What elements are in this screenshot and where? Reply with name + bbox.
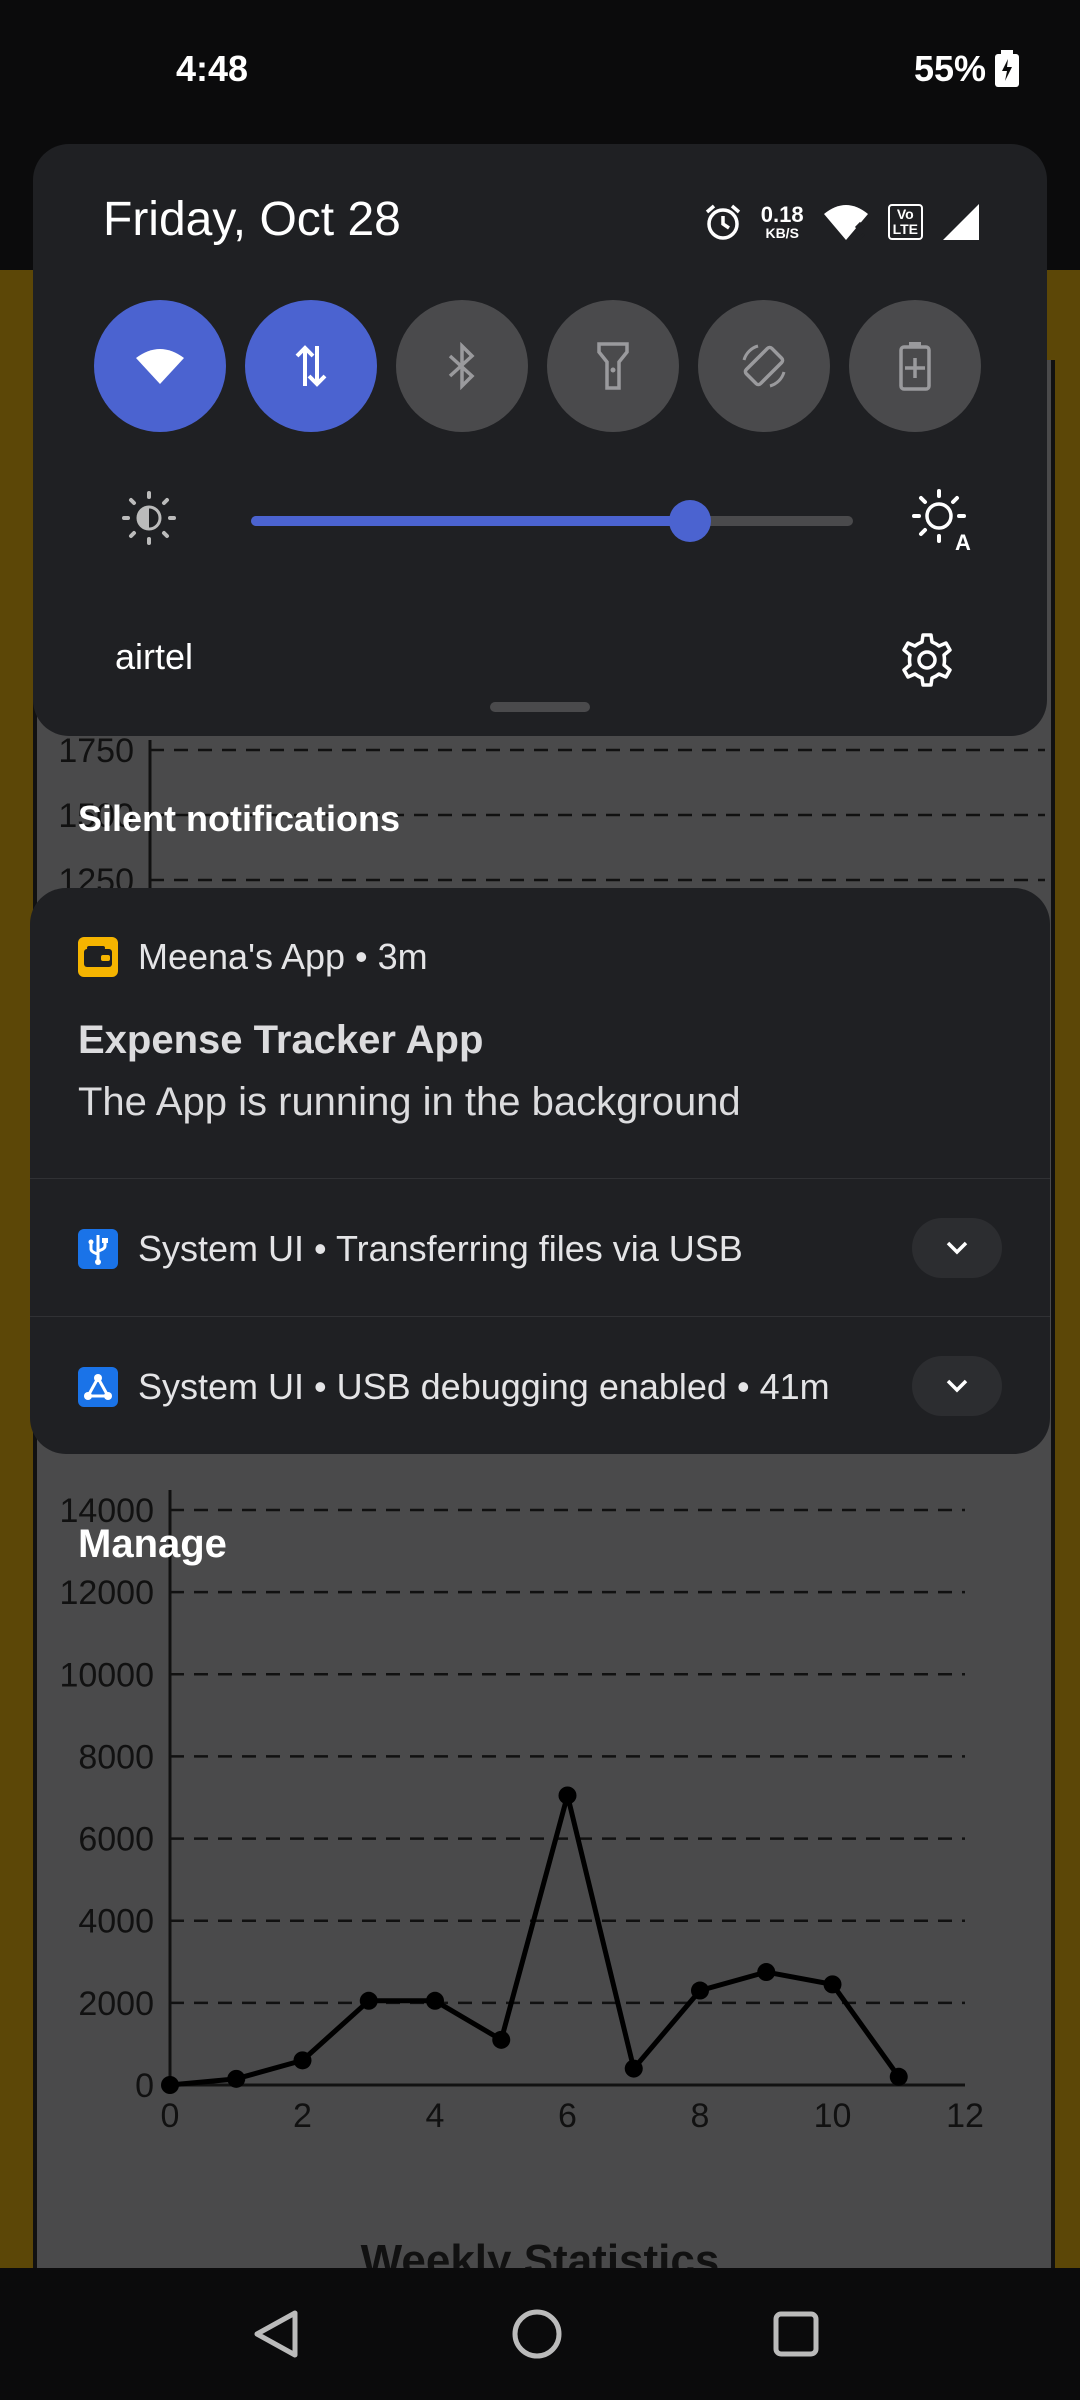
wifi-icon <box>136 349 184 384</box>
y-tick-label: 6000 <box>78 1821 154 1859</box>
usb-debugging-text: System UI • USB debugging enabled • 41m <box>138 1366 830 1407</box>
carrier-name: airtel <box>115 636 194 677</box>
brightness-slider-fill <box>251 516 691 526</box>
battery-percent: 55% <box>913 48 986 89</box>
data-point <box>757 1963 776 1982</box>
notification-text: The App is running in the background <box>78 1080 741 1124</box>
recents-button[interactable] <box>764 2302 828 2366</box>
settings-gear-icon[interactable] <box>899 632 955 688</box>
divider <box>30 1178 1050 1179</box>
brightness-low-icon <box>122 491 176 545</box>
silent-notifications-title: Silent notifications <box>78 798 401 839</box>
y-tick-label: 8000 <box>78 1738 154 1776</box>
data-point <box>691 1981 709 2000</box>
x-tick-label: 8 <box>691 2097 710 2135</box>
tile-auto-rotate[interactable] <box>698 300 830 432</box>
brightness-slider-thumb[interactable] <box>669 500 712 542</box>
data-point <box>161 2076 179 2094</box>
qs-status-icons: 0.18 KB/S Vo LTE <box>703 202 981 242</box>
data-point <box>293 2051 312 2070</box>
back-triangle-icon <box>254 2310 298 2358</box>
flashlight-icon <box>597 342 629 390</box>
expand-usb-debugging-button[interactable] <box>912 1356 1002 1416</box>
back-button[interactable] <box>244 2302 308 2366</box>
y-tick-label: 10000 <box>59 1656 154 1694</box>
battery-status: 55% <box>914 48 1020 90</box>
tile-bluetooth[interactable] <box>396 300 528 432</box>
auto-brightness-icon[interactable]: A <box>911 488 975 552</box>
tile-flashlight[interactable] <box>547 300 679 432</box>
x-tick-label: 4 <box>426 2097 445 2135</box>
data-point <box>359 1991 378 2010</box>
navigation-bar <box>0 2268 1080 2400</box>
usb-transfer-text: System UI • Transferring files via USB <box>138 1228 743 1269</box>
status-time: 4:48 <box>176 48 249 89</box>
wallet-app-icon <box>78 937 118 977</box>
x-tick-label: 2 <box>293 2097 312 2135</box>
net-speed-unit: KB/S <box>765 225 799 241</box>
x-tick-label: 12 <box>946 2097 984 2135</box>
notification-app-time: Meena's App • 3m <box>138 936 428 977</box>
chevron-down-icon <box>946 1379 968 1393</box>
notification-header: Meena's App • 3m <box>78 936 428 978</box>
brightness-slider[interactable] <box>251 500 853 542</box>
data-point <box>558 1786 577 1805</box>
x-tick-label: 6 <box>558 2097 577 2135</box>
usb-icon <box>78 1229 118 1269</box>
cell-signal-icon <box>943 204 979 240</box>
net-speed-value: 0.18 <box>760 202 804 227</box>
usb-debugging-icon <box>78 1367 118 1407</box>
tile-mobile-data[interactable] <box>245 300 377 432</box>
data-point <box>823 1975 842 1994</box>
y-tick-label: 12000 <box>59 1574 154 1612</box>
y-tick-label: 4000 <box>78 1903 154 1941</box>
alarm-icon <box>705 204 740 240</box>
data-point <box>492 2030 511 2049</box>
manage-notifications-button[interactable]: Manage <box>78 1522 227 1567</box>
notification-usb-debugging[interactable]: System UI • USB debugging enabled • 41m <box>78 1366 830 1408</box>
volte-line2: LTE <box>892 221 918 237</box>
notification-usb-transfer[interactable]: System UI • Transferring files via USB <box>78 1228 743 1270</box>
data-point <box>889 2067 908 2086</box>
expand-usb-transfer-button[interactable] <box>912 1218 1002 1278</box>
data-point <box>624 2059 643 2078</box>
data-point <box>426 1991 444 2010</box>
x-tick-label: 0 <box>161 2097 180 2135</box>
x-tick-label: 10 <box>814 2097 852 2135</box>
home-circle-icon <box>512 2309 562 2359</box>
upper-chart-y-tick: 1750 <box>58 732 134 770</box>
wifi-signal-icon <box>823 205 868 241</box>
notification-group: Meena's App • 3m Expense Tracker App The… <box>30 888 1050 1454</box>
mobile-data-icon <box>295 345 327 387</box>
notification-title: Expense Tracker App <box>78 1018 484 1062</box>
recents-square-icon <box>773 2311 819 2357</box>
svg-text:A: A <box>955 530 971 552</box>
data-point <box>227 2069 246 2088</box>
volte-icon: Vo LTE <box>887 204 923 240</box>
bluetooth-icon <box>448 342 475 390</box>
network-speed: 0.18 KB/S <box>760 202 804 241</box>
volte-line1: Vo <box>896 206 914 222</box>
divider <box>30 1316 1050 1317</box>
tile-battery-saver[interactable] <box>849 300 981 432</box>
quick-settings-panel: Friday, Oct 28 0.18 KB/S Vo LTE A airtel <box>33 144 1047 736</box>
qs-date[interactable]: Friday, Oct 28 <box>103 192 401 247</box>
chevron-down-icon <box>946 1241 968 1255</box>
tile-wifi[interactable] <box>94 300 226 432</box>
battery-saver-icon <box>899 342 931 391</box>
y-tick-label: 2000 <box>78 1985 154 2023</box>
home-button[interactable] <box>505 2302 569 2366</box>
panel-drag-handle[interactable] <box>490 702 590 712</box>
y-tick-label: 0 <box>135 2067 154 2105</box>
auto-rotate-icon <box>742 344 786 388</box>
battery-charging-icon <box>995 50 1019 87</box>
